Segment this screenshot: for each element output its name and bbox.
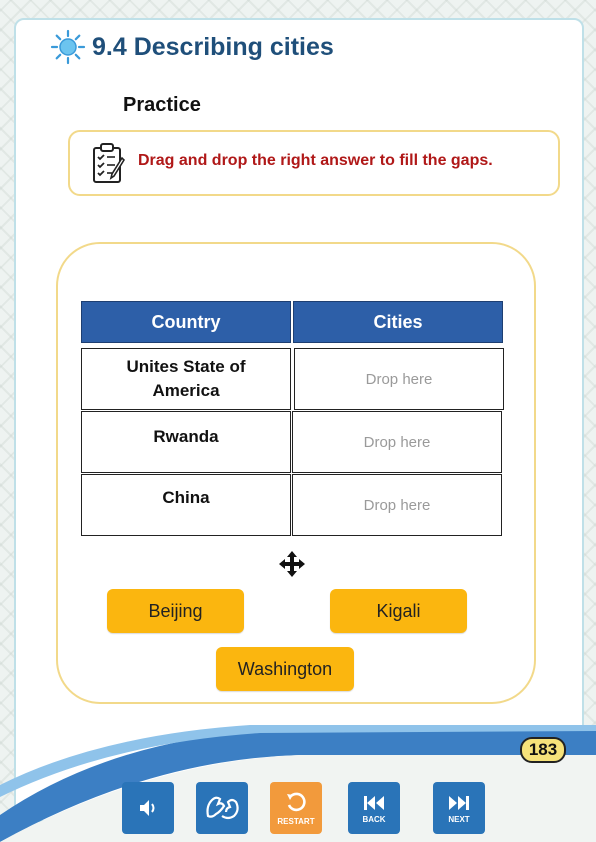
option-chip-beijing[interactable]: Beijing bbox=[107, 589, 244, 633]
back-label: BACK bbox=[362, 814, 386, 824]
instruction-text: Drag and drop the right answer to fill t… bbox=[138, 152, 493, 169]
country-label: China bbox=[162, 488, 210, 507]
sign-language-icon bbox=[206, 796, 239, 820]
option-chip-kigali[interactable]: Kigali bbox=[330, 589, 467, 633]
clipboard-checklist-icon bbox=[93, 143, 126, 183]
country-label: Rwanda bbox=[153, 427, 219, 446]
rewind-icon bbox=[364, 795, 384, 810]
table-row-country: Rwanda bbox=[81, 411, 291, 473]
restart-icon bbox=[287, 792, 306, 811]
table-row-country: Unites State of America bbox=[81, 348, 291, 410]
drop-zone-3[interactable]: Drop here bbox=[292, 474, 502, 536]
header-cities: Cities bbox=[293, 301, 503, 343]
sign-language-button[interactable] bbox=[196, 782, 248, 834]
drop-zone-1[interactable]: Drop here bbox=[294, 348, 504, 410]
next-button[interactable]: NEXT bbox=[433, 782, 485, 834]
audio-button[interactable] bbox=[122, 782, 174, 834]
header-country: Country bbox=[81, 301, 291, 343]
table-row-country: China bbox=[81, 474, 291, 536]
drop-zone-2[interactable]: Drop here bbox=[292, 411, 502, 473]
instruction-box: Drag and drop the right answer to fill t… bbox=[68, 130, 560, 196]
restart-button[interactable]: RESTART bbox=[270, 782, 322, 834]
restart-label: RESTART bbox=[277, 816, 315, 826]
page-title: 9.4 Describing cities bbox=[92, 32, 334, 61]
section-heading: Practice bbox=[123, 94, 201, 116]
next-label: NEXT bbox=[448, 814, 470, 824]
header: 9.4 Describing cities bbox=[50, 29, 334, 65]
option-chip-washington[interactable]: Washington bbox=[216, 647, 354, 691]
move-icon bbox=[279, 551, 305, 577]
speaker-icon bbox=[140, 800, 155, 816]
country-label: Unites State of America bbox=[126, 357, 246, 400]
fast-forward-icon bbox=[449, 795, 469, 810]
back-button[interactable]: BACK bbox=[348, 782, 400, 834]
page-number: 183 bbox=[520, 737, 566, 763]
sun-icon bbox=[50, 29, 86, 65]
